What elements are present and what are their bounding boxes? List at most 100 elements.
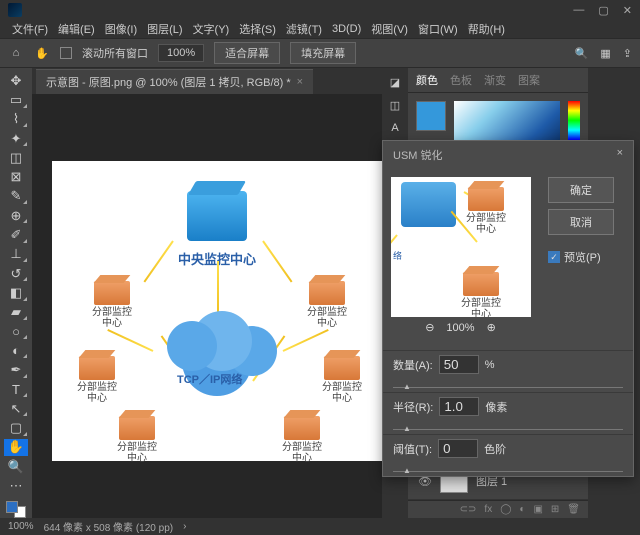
foreground-background-swatch[interactable]	[6, 501, 26, 518]
tool-wand[interactable]: ✦	[4, 130, 28, 147]
menu-file[interactable]: 文件(F)	[8, 21, 52, 37]
tab-gradients[interactable]: 渐变	[484, 72, 506, 88]
scroll-all-checkbox[interactable]	[60, 47, 72, 59]
document-area: 示意图 - 原图.png @ 100% (图层 1 拷贝, RGB/8) * ×…	[32, 68, 382, 518]
tool-text[interactable]: T	[4, 381, 28, 398]
trash-icon[interactable]: 🗑	[567, 504, 580, 515]
threshold-row: 阈值(T): 色阶	[383, 434, 633, 462]
dialog-titlebar[interactable]: USM 锐化 ×	[383, 141, 633, 169]
amount-slider[interactable]	[393, 378, 623, 388]
tool-frame[interactable]: ⊠	[4, 168, 28, 185]
menu-filter[interactable]: 滤镜(T)	[282, 21, 326, 37]
document-tab-title: 示意图 - 原图.png @ 100% (图层 1 拷贝, RGB/8) *	[46, 74, 291, 90]
link-layers-icon[interactable]: ⊂⊃	[460, 504, 477, 515]
menu-type[interactable]: 文字(Y)	[189, 21, 234, 37]
tool-brush[interactable]: ✐	[4, 226, 28, 243]
tool-move[interactable]: ✥	[4, 72, 28, 89]
tool-marquee[interactable]: ▭	[4, 91, 28, 108]
zoom-out-icon[interactable]: ⊖	[425, 321, 434, 334]
tab-color[interactable]: 颜色	[416, 72, 438, 88]
tab-swatches[interactable]: 色板	[450, 72, 472, 88]
canvas-viewport[interactable]: 中央监控中心 TCP／IP网络 分部监控 中心 分部监控 中心 分部监控 中心 …	[32, 94, 382, 518]
menu-layer[interactable]: 图层(L)	[143, 21, 186, 37]
tool-history-brush[interactable]: ↺	[4, 265, 28, 282]
panel-icon-2[interactable]: ◫	[390, 99, 400, 112]
artwork-branch: 分部监控 中心	[307, 281, 347, 329]
maximize-button[interactable]: ▢	[598, 4, 608, 17]
artwork-branch: 分部监控 中心	[282, 416, 322, 464]
new-layer-icon[interactable]: ⊞	[551, 504, 559, 515]
group-icon[interactable]: ▣	[533, 504, 542, 515]
tool-stamp[interactable]: ⊥	[4, 246, 28, 263]
artwork-branch: 分部监控 中心	[322, 356, 362, 404]
preview-checkbox[interactable]: ✓	[548, 251, 560, 263]
amount-input[interactable]	[439, 355, 479, 374]
menu-view[interactable]: 视图(V)	[367, 21, 412, 37]
menu-3d[interactable]: 3D(D)	[328, 23, 365, 35]
fill-screen-button[interactable]: 填充屏幕	[290, 42, 356, 64]
ok-button[interactable]: 确定	[548, 177, 614, 203]
tab-patterns[interactable]: 图案	[518, 72, 540, 88]
radius-label: 半径(R):	[393, 399, 433, 415]
mask-icon[interactable]: ◯	[500, 504, 511, 515]
tool-pen[interactable]: ✒	[4, 361, 28, 378]
layers-bottom-bar: ⊂⊃ fx ◯ ◐ ▣ ⊞ 🗑	[408, 500, 588, 518]
share-icon[interactable]: ⇪	[623, 47, 632, 60]
artwork-branch: 分部监控 中心	[92, 281, 132, 329]
tool-path[interactable]: ↖	[4, 400, 28, 417]
radius-slider[interactable]	[393, 420, 623, 430]
preview-zoom-value: 100%	[446, 322, 474, 334]
cancel-button[interactable]: 取消	[548, 209, 614, 235]
dialog-preview-image[interactable]: 分部监控 中心 分部监控 中心 络	[391, 177, 531, 317]
threshold-slider[interactable]	[393, 462, 623, 472]
menu-edit[interactable]: 编辑(E)	[54, 21, 99, 37]
tool-dodge[interactable]: ◐	[4, 342, 28, 359]
workspace-icon[interactable]: ▦	[600, 47, 610, 60]
fit-screen-button[interactable]: 适合屏幕	[214, 42, 280, 64]
color-panel-tabs: 颜色 色板 渐变 图案	[408, 68, 588, 93]
tool-hand[interactable]: ✋	[4, 439, 28, 456]
status-zoom[interactable]: 100%	[8, 521, 34, 532]
menu-select[interactable]: 选择(S)	[235, 21, 280, 37]
zoom-level-input[interactable]: 100%	[158, 44, 204, 62]
fx-icon[interactable]: fx	[484, 504, 492, 515]
tool-heal[interactable]: ⊕	[4, 207, 28, 224]
tool-eyedropper[interactable]: ✎	[4, 188, 28, 205]
status-arrow-icon[interactable]: ›	[183, 521, 186, 532]
artwork-branch: 分部监控 中心	[77, 356, 117, 404]
hand-tool-icon[interactable]: ✋	[34, 45, 50, 61]
foreground-color[interactable]	[6, 501, 18, 513]
search-icon[interactable]: 🔍	[575, 47, 589, 60]
panel-icon-1[interactable]: ◪	[390, 76, 400, 89]
threshold-input[interactable]	[438, 439, 478, 458]
close-button[interactable]: ✕	[623, 4, 632, 17]
tab-close-icon[interactable]: ×	[297, 76, 303, 88]
dialog-close-icon[interactable]: ×	[617, 147, 623, 163]
preview-checkbox-row[interactable]: ✓ 预览(P)	[548, 249, 614, 265]
tool-zoom[interactable]: 🔍	[4, 458, 28, 475]
menu-help[interactable]: 帮助(H)	[464, 21, 509, 37]
tool-blur[interactable]: ○	[4, 323, 28, 340]
color-swatch[interactable]	[416, 101, 446, 131]
menu-window[interactable]: 窗口(W)	[414, 21, 462, 37]
amount-row: 数量(A): %	[383, 350, 633, 378]
tool-eraser[interactable]: ◧	[4, 284, 28, 301]
radius-input[interactable]	[439, 397, 479, 416]
minimize-button[interactable]: —	[573, 4, 584, 17]
toolbox: ✥ ▭ ⌇ ✦ ◫ ⊠ ✎ ⊕ ✐ ⊥ ↺ ◧ ▰ ○ ◐ ✒ T ↖ ▢ ✋ …	[0, 68, 32, 518]
tool-gradient[interactable]: ▰	[4, 304, 28, 321]
canvas: 中央监控中心 TCP／IP网络 分部监控 中心 分部监控 中心 分部监控 中心 …	[52, 161, 382, 461]
home-icon[interactable]: ⌂	[8, 45, 24, 61]
tool-more[interactable]: ⋯	[4, 477, 28, 494]
tool-lasso[interactable]: ⌇	[4, 111, 28, 128]
panel-icon-3[interactable]: A	[391, 122, 398, 134]
menu-image[interactable]: 图像(I)	[101, 21, 141, 37]
zoom-in-icon[interactable]: ⊕	[487, 321, 496, 334]
document-tab[interactable]: 示意图 - 原图.png @ 100% (图层 1 拷贝, RGB/8) * ×	[36, 69, 313, 94]
adjustment-icon[interactable]: ◐	[519, 504, 525, 515]
tool-shape[interactable]: ▢	[4, 419, 28, 436]
radius-row: 半径(R): 像素	[383, 392, 633, 420]
tool-crop[interactable]: ◫	[4, 149, 28, 166]
preview-checkbox-label: 预览(P)	[564, 249, 601, 265]
threshold-label: 阈值(T):	[393, 441, 432, 457]
